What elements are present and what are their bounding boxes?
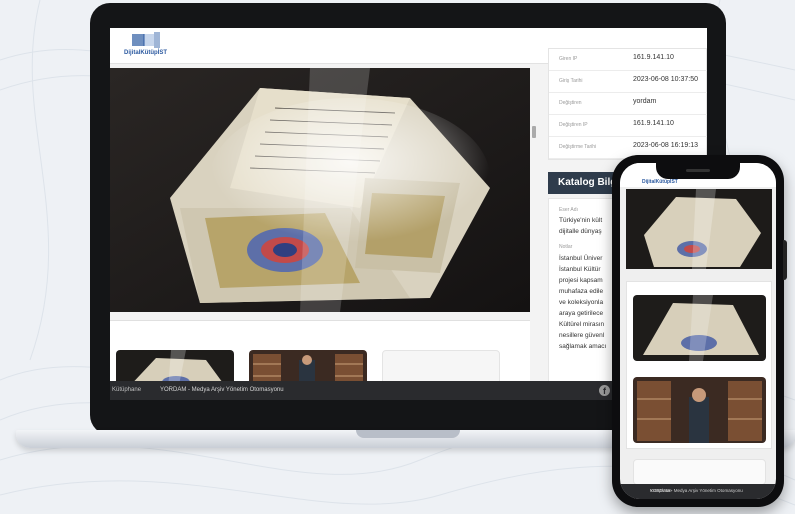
- manuscript-image: [110, 68, 530, 312]
- info-row: Değiştiren IP 161.9.141.10: [549, 115, 707, 137]
- phone-media-thumbnail[interactable]: [633, 295, 766, 361]
- notlar-line: sağlamak amacı: [559, 343, 607, 350]
- phone-screen: DijitalKütüpİST Kütüphane YORDAM - Medya…: [620, 163, 776, 499]
- phone-archive-thumbnail-image: [633, 377, 766, 443]
- info-row: Değiştiren yordam: [549, 93, 707, 115]
- notlar-line: araya getirilece: [559, 310, 604, 317]
- info-key: Değiştirme Tarihi: [559, 144, 597, 150]
- info-row: Giren IP 161.9.141.10: [549, 49, 707, 71]
- phone-media-thumbnail-placeholder[interactable]: [633, 459, 766, 485]
- info-value: yordam: [633, 98, 657, 105]
- info-row: Giriş Tarihi 2023-06-08 10:37:50: [549, 71, 707, 93]
- footer-brand: Kütüphane: [112, 387, 142, 393]
- viewer-resize-handle[interactable]: [532, 126, 536, 138]
- phone-footer-org-link[interactable]: YORDAM - Medya Arşiv Yönetim Otomasyonu: [650, 488, 743, 493]
- phone-speaker: [686, 169, 710, 172]
- notlar-line: projesi kapsam: [559, 277, 603, 284]
- info-key: Giriş Tarihi: [559, 78, 583, 84]
- eser-adi-label: Eser Adı: [559, 207, 578, 213]
- info-value: 161.9.141.10: [633, 54, 674, 61]
- phone-logo-text[interactable]: DijitalKütüpİST: [642, 179, 678, 185]
- phone-manuscript-image: [626, 189, 772, 269]
- notlar-line: İstanbul Kültür: [559, 266, 601, 273]
- notlar-line: Kültürel mirasın: [559, 321, 605, 328]
- facebook-icon[interactable]: f: [599, 385, 610, 396]
- footer-org-link[interactable]: YORDAM - Medya Arşiv Yönetim Otomasyonu: [160, 387, 284, 393]
- info-value: 161.9.141.10: [633, 120, 674, 127]
- media-viewer[interactable]: [110, 68, 530, 312]
- notlar-label: Notlar: [559, 244, 573, 250]
- site-logo[interactable]: DijitalKütüpİST: [124, 32, 180, 60]
- info-key: Değiştiren: [559, 100, 582, 106]
- info-key: Giren IP: [559, 56, 578, 62]
- info-key: Değiştiren IP: [559, 122, 588, 128]
- eser-adi-line: dijitalle dünyaş: [559, 228, 602, 235]
- phone-media-viewer[interactable]: [626, 189, 772, 269]
- laptop-trackpad-notch: [356, 430, 460, 438]
- notlar-line: muhafaza edile: [559, 288, 604, 295]
- record-info-panel: Giren IP 161.9.141.10 Giriş Tarihi 2023-…: [548, 48, 707, 160]
- phone-media-thumbnail[interactable]: [633, 377, 766, 443]
- phone-site-footer: Kütüphane YORDAM - Medya Arşiv Yönetim O…: [620, 484, 776, 499]
- phone-side-button: [783, 240, 787, 280]
- book-logo-icon: [132, 32, 160, 48]
- notlar-line: nesillere güvenl: [559, 332, 605, 339]
- info-value: 2023-06-08 10:37:50: [633, 76, 698, 83]
- info-value: 2023-06-08 16:19:13: [633, 142, 698, 149]
- logo-text: DijitalKütüpİST: [124, 50, 167, 56]
- eser-adi-line: Türkiye'nin kült: [559, 217, 603, 224]
- notlar-line: İstanbul Üniver: [559, 255, 603, 262]
- notlar-line: ve koleksiyonla: [559, 299, 604, 306]
- phone-manuscript-thumbnail-image: [633, 295, 766, 361]
